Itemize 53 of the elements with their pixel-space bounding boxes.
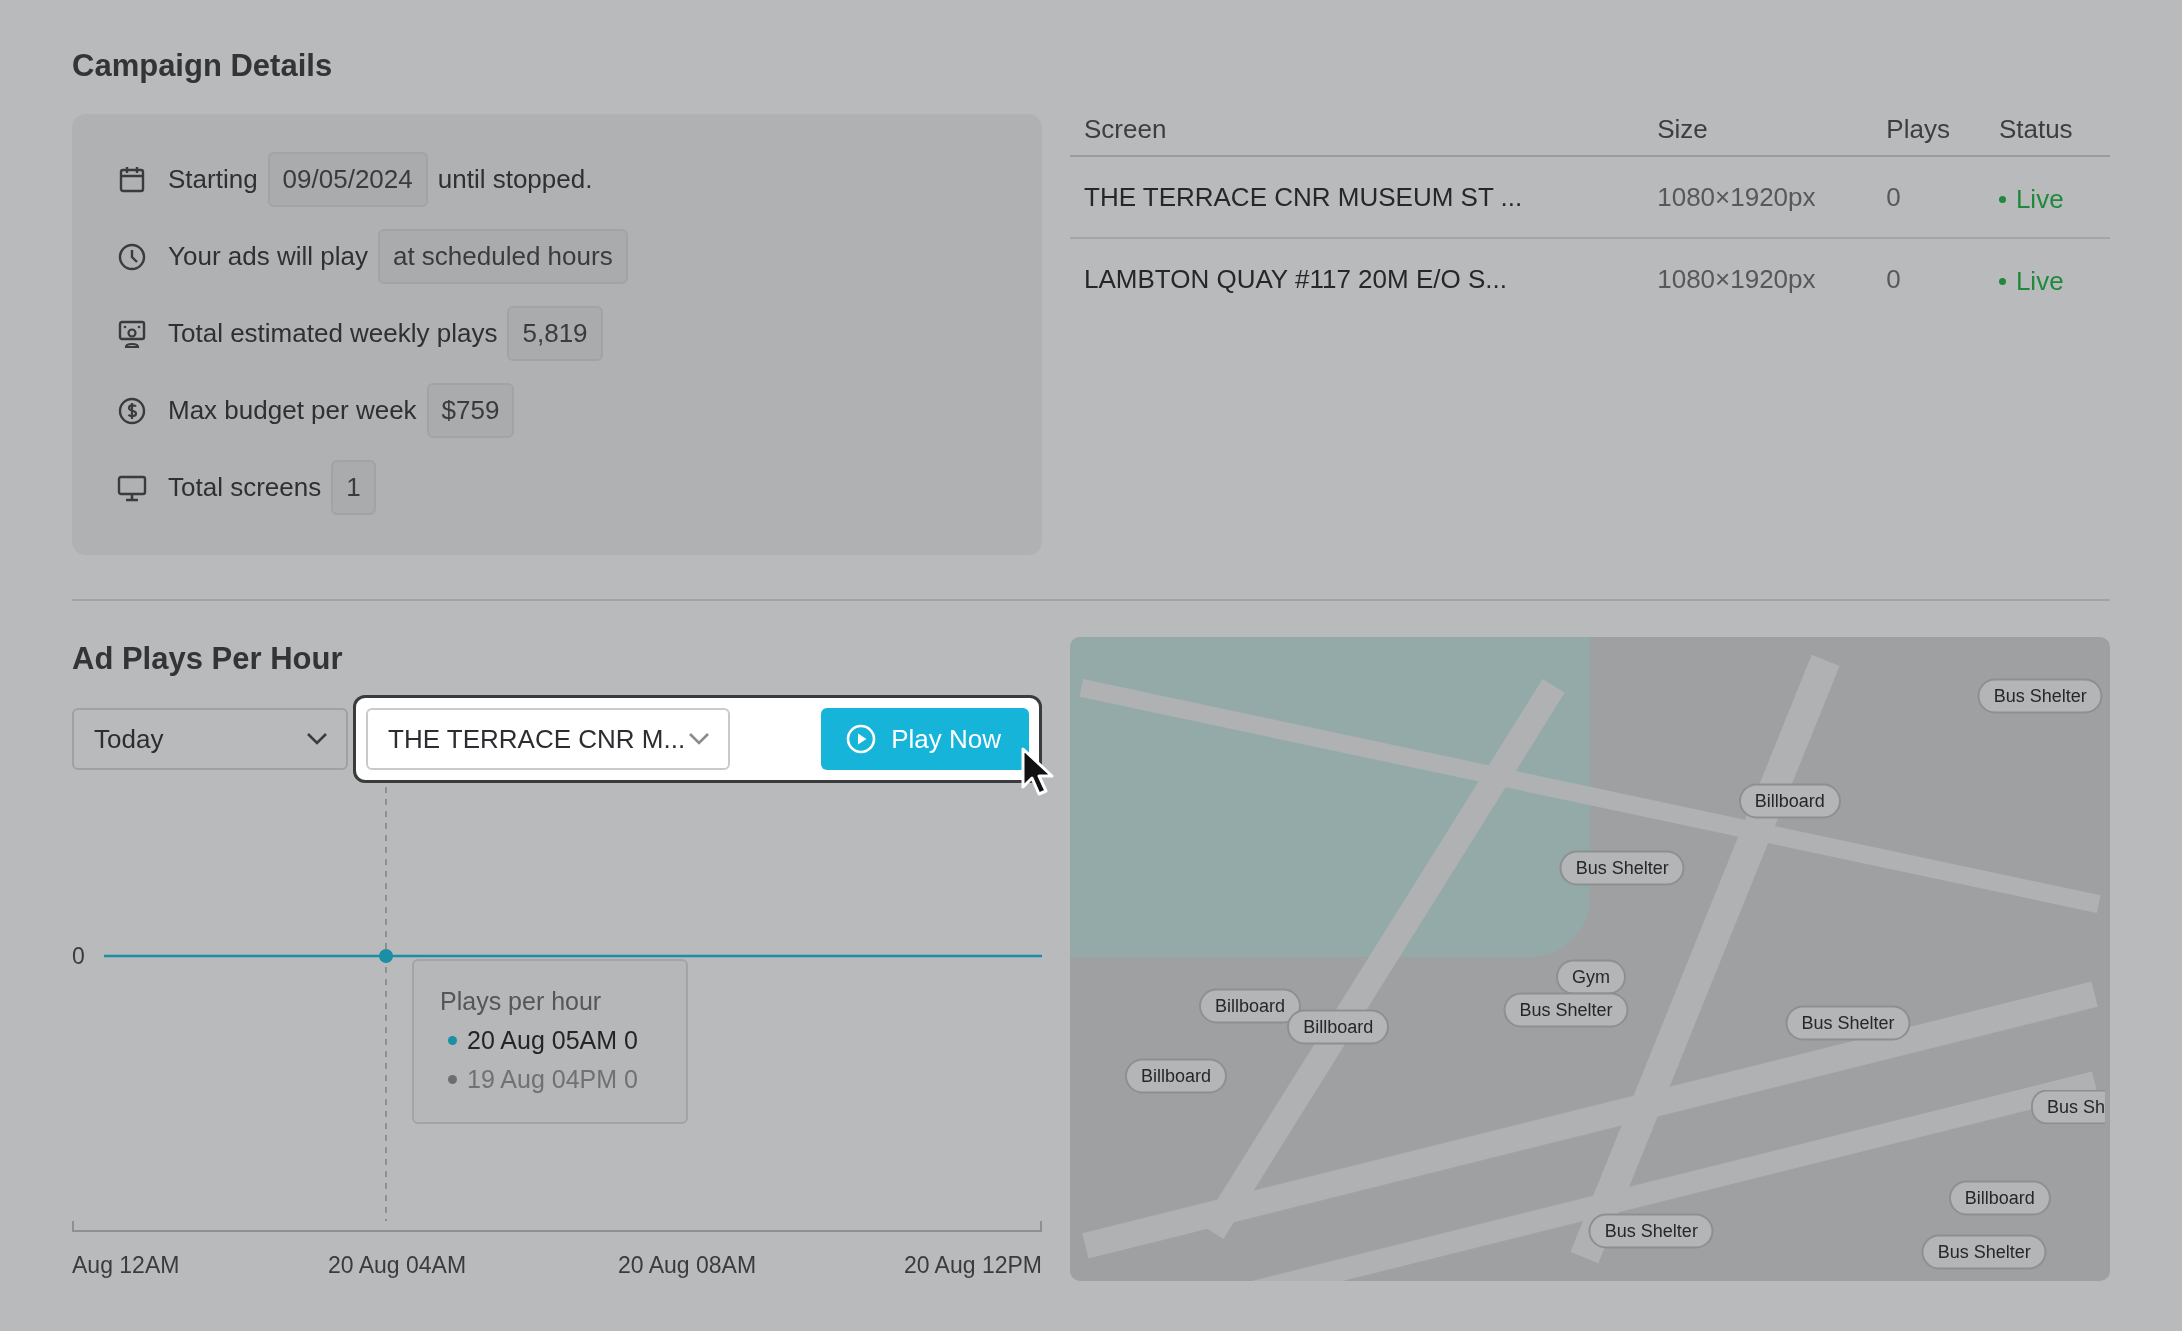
detail-label: Total estimated weekly plays [168,318,498,349]
map-pin[interactable]: Bus Shelter [1588,1213,1714,1249]
detail-value: $759 [426,383,515,438]
table-cell: LAMBTON QUAY #117 20M E/O S... [1070,238,1644,319]
map-pin[interactable]: Bus Shelter [1921,1234,2047,1270]
detail-label: Total screens [168,472,322,503]
table-cell: 1080×1920px [1643,156,1873,238]
screen-dropdown[interactable]: THE TERRACE CNR M... [366,708,731,770]
period-dropdown[interactable]: Today [72,708,349,770]
chevron-down-icon [688,732,711,746]
play-icon [845,723,878,755]
status-text: Live [2015,266,2064,297]
detail-value: 09/05/2024 [267,152,428,207]
detail-label: Max budget per week [168,395,417,426]
table-cell: 0 [1872,156,1985,238]
table-cell: THE TERRACE CNR MUSEUM ST ... [1070,156,1644,238]
x-tick-label: 20 Aug 08AM [617,1252,757,1278]
map-pin[interactable]: Bus Shelter [1503,992,1629,1028]
page-title: Campaign Details [72,48,334,84]
map-pin[interactable]: Billboard [1738,783,1841,819]
tooltip-entry: 20 Aug 05AM 0 [440,1026,686,1055]
map-pin[interactable]: Billboard [1198,988,1301,1024]
table-cell: 0 [1872,238,1985,319]
status-text: Live [2015,184,2064,215]
data-point [379,949,393,963]
column-header: Screen [1070,114,1644,156]
map-pin[interactable]: Bus Shelter [1559,850,1685,886]
tooltip-title: Plays per hour [440,987,603,1016]
map-pin[interactable]: Billboard [1948,1180,2051,1216]
x-tick-label: 20 Aug 04AM [327,1252,467,1278]
detail-value: at scheduled hours [377,229,628,284]
detail-label: Your ads will play [168,241,368,272]
tooltip-entry: 19 Aug 04PM 0 [440,1065,686,1094]
detail-label: Starting [168,164,258,195]
detail-label: until stopped. [437,164,593,195]
x-tick-label: 20 Aug 12PM [903,1252,1042,1278]
section-title: Ad Plays Per Hour [72,641,344,677]
map-pin[interactable]: Bus Shelter [1977,678,2103,714]
chevron-down-icon [306,732,329,746]
column-header: Plays [1872,114,1985,156]
y-tick-label: 0 [72,943,85,969]
map-pin[interactable]: Bus Shelter [1785,1005,1911,1041]
map-pin[interactable]: Bus Sh [2030,1089,2105,1125]
detail-value: 1 [331,460,376,515]
detail-value: 5,819 [507,306,603,361]
column-header: Status [1984,114,2110,156]
column-header: Size [1643,114,1873,156]
map-pin[interactable]: Billboard [1125,1058,1228,1094]
map-view[interactable]: Bus Shelter Billboard Bus Shelter Gym Billboard Billboard Bus Shelter Bus Shelter Billboard Bus Sh Billboard Bus Shelter Bus Shelter [1070,637,2110,1281]
x-tick-label: Aug 12AM [72,1252,180,1278]
table-cell: 1080×1920px [1643,238,1873,319]
map-pin[interactable]: Billboard [1287,1009,1390,1045]
map-pin[interactable]: Gym [1556,959,1627,995]
